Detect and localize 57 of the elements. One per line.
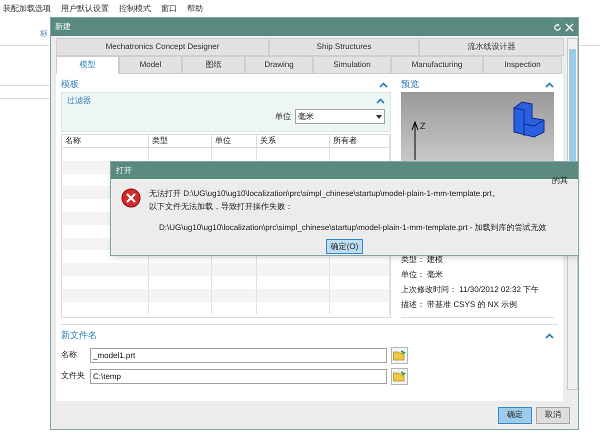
collapse-chevron-icon[interactable] [545, 82, 554, 88]
tab[interactable]: Inspection [483, 56, 562, 74]
collapse-chevron-icon[interactable] [379, 82, 388, 88]
error-message: 以下文件无法加载，导致打开操作失败： [149, 201, 294, 213]
field-label: 文件夹 [61, 370, 86, 382]
close-icon[interactable] [565, 22, 574, 32]
error-icon [121, 188, 141, 208]
ribbon-group-label: 标 [40, 28, 48, 40]
tab[interactable]: Model [119, 56, 182, 74]
error-detail: D:\UG\ug10\ug10\localization\prc\simpl_chinese\startup\model-plain-1-mm-template.prt - 加载到库的尝试无效 [159, 222, 548, 234]
ribbon-command[interactable]: 用户默认设置 [61, 3, 109, 15]
browse-folder-button[interactable] [391, 368, 408, 384]
reset-icon[interactable] [553, 22, 562, 32]
folder-icon [393, 350, 406, 360]
input-field[interactable]: C:\temp [90, 368, 387, 384]
tab[interactable]: Ship Structures [269, 38, 419, 56]
column-header[interactable]: 单位 [212, 135, 257, 147]
window-title: 新建 [55, 21, 72, 33]
ribbon-command[interactable]: 装配加载选项 [3, 3, 51, 15]
collapse-chevron-icon[interactable] [545, 332, 554, 339]
tab[interactable]: Simulation [313, 56, 391, 74]
tab[interactable]: Mechatronics Concept Designer [56, 38, 269, 56]
dropdown-arrow-icon [376, 114, 382, 118]
collapse-chevron-icon[interactable] [376, 98, 385, 104]
tab[interactable]: 图纸 [182, 56, 245, 74]
input-field[interactable]: _model1.prt [90, 348, 387, 362]
ribbon-command[interactable]: 窗口 [161, 3, 177, 15]
browse-folder-button[interactable] [391, 346, 408, 364]
detail-text: 描述： 带基准 CSYS 的 NX 示例 [401, 299, 518, 311]
error-message: 无法打开 D:\UG\ug10\ug10\localization\prc\simpl_chinese\startup\model-plain-1-mm-template.prt。 [149, 188, 500, 200]
axis-icon [411, 120, 419, 160]
column-header[interactable]: 类型 [149, 135, 212, 147]
column-header[interactable]: 所有者 [330, 135, 390, 147]
field-label: 名称 [61, 349, 78, 361]
detail-text: 上次修改时间： 11/30/2012 02:32 下午 [401, 284, 540, 296]
ribbon-command[interactable]: 控制模式 [119, 3, 151, 15]
folder-icon [393, 370, 406, 382]
section-title: 新文件名 [61, 329, 97, 342]
window-title: 打开 [116, 164, 132, 176]
column-header[interactable]: 关系 [257, 135, 330, 147]
section-title: 模板 [61, 78, 79, 92]
cancel-button[interactable]: 取消 [536, 406, 570, 424]
tab[interactable]: Manufacturing [391, 56, 483, 74]
unit-label: 单位 [275, 110, 291, 122]
section-title: 预览 [401, 78, 419, 92]
ribbon-command[interactable]: 帮助 [187, 3, 203, 15]
ok-button[interactable]: 确定 [498, 406, 532, 424]
column-header[interactable]: 名称 [62, 135, 149, 147]
axis-label: Z [420, 120, 426, 133]
filter-title: 过滤器 [67, 95, 91, 107]
unit-dropdown[interactable]: 毫米 [295, 109, 385, 124]
ok-button[interactable]: 确定(O) [326, 239, 363, 254]
tab[interactable]: 模型 [56, 56, 119, 74]
part-model-drawing [512, 100, 546, 138]
detail-text: 单位： 毫米 [401, 269, 444, 281]
tab[interactable]: Drawing [245, 56, 313, 74]
tab[interactable]: 流水线设计器 [419, 38, 564, 56]
